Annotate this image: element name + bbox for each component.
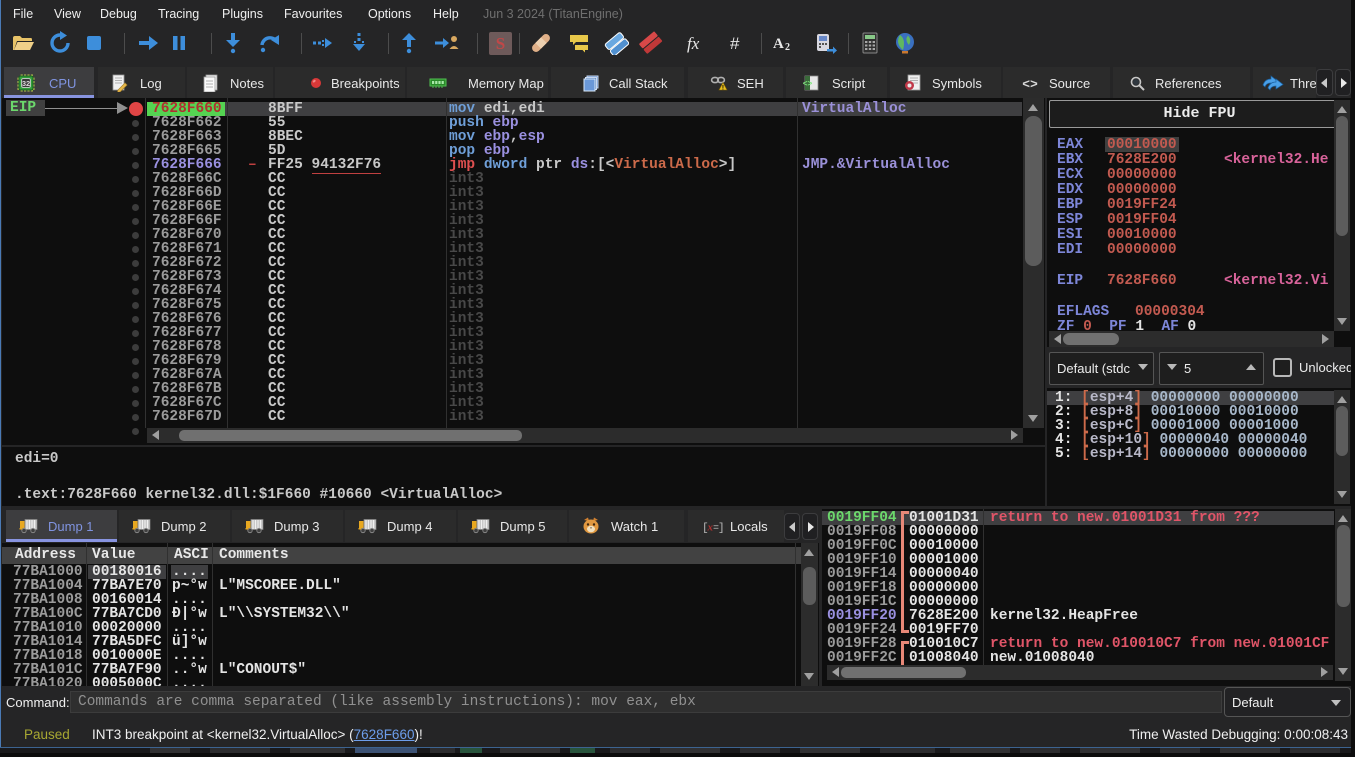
svg-text:S: S — [496, 34, 505, 53]
svg-text:]: ] — [718, 523, 723, 535]
svg-text:fx: fx — [687, 34, 700, 53]
svg-text:<>: <> — [1022, 77, 1038, 92]
svg-text:32: 32 — [22, 79, 30, 88]
svg-text:!: ! — [722, 85, 724, 92]
svg-text:<>: <> — [803, 80, 812, 89]
svg-text:2: 2 — [785, 42, 790, 53]
svg-text:A: A — [773, 36, 784, 52]
svg-text:#: # — [730, 34, 740, 53]
